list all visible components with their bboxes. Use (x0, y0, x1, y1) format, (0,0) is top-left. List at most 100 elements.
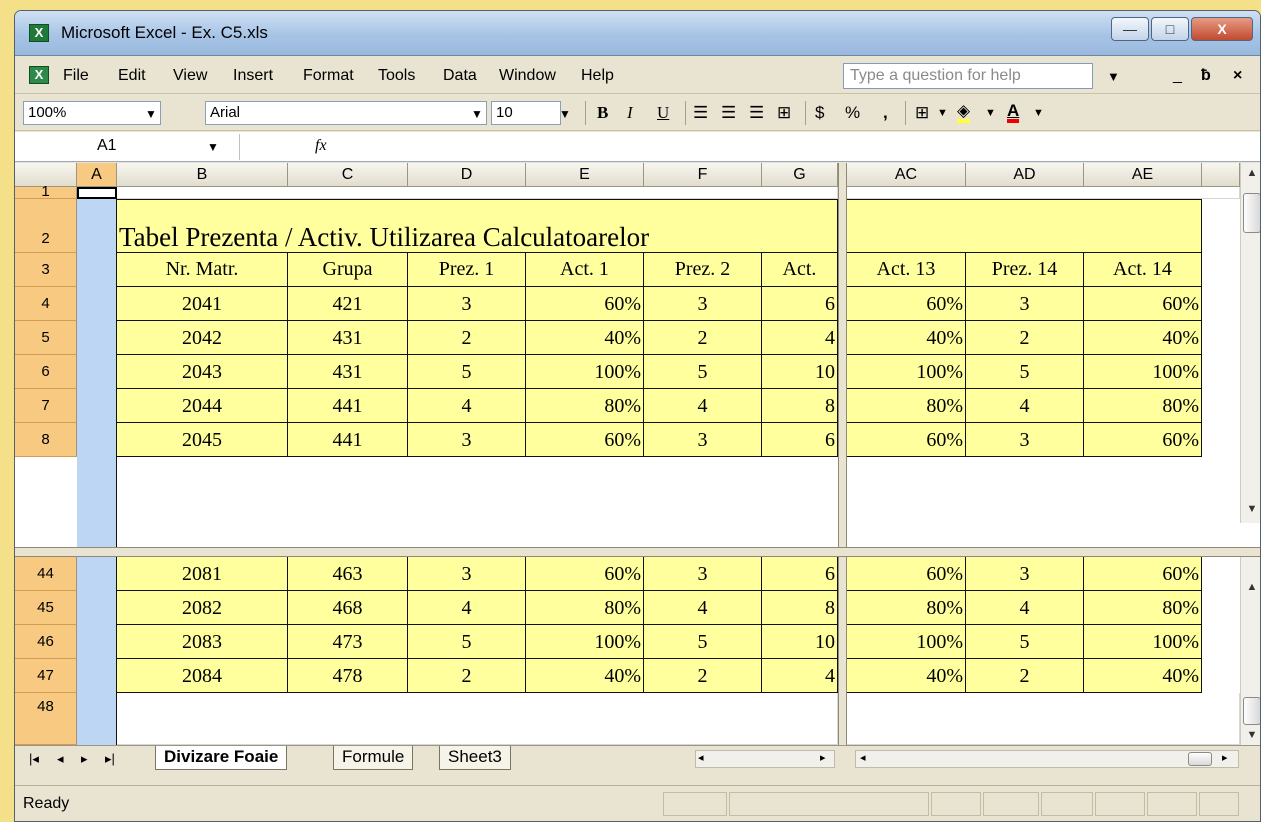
row-header-45[interactable]: 45 (15, 591, 77, 625)
tab-formule[interactable]: Formule (333, 746, 414, 770)
table-cell[interactable]: 2043 (117, 355, 288, 389)
table-cell[interactable]: 2081 (117, 557, 288, 591)
menu-file[interactable]: File (63, 67, 89, 85)
table-cell[interactable]: 60% (526, 287, 644, 321)
scroll-left-icon[interactable]: ◂ (698, 751, 704, 764)
prev-sheet-icon[interactable]: ◂ (57, 751, 64, 767)
table-cell[interactable]: 4 (762, 321, 838, 355)
column-header-d[interactable]: D (408, 163, 526, 187)
align-left-icon[interactable]: ☰ (693, 103, 708, 123)
table-cell[interactable]: 3 (644, 287, 762, 321)
table-cell[interactable]: 60% (847, 557, 966, 591)
column-title-cell[interactable]: Act. (762, 253, 838, 287)
table-cell[interactable]: 3 (408, 557, 526, 591)
table-cell[interactable]: 463 (288, 557, 408, 591)
menu-edit[interactable]: Edit (118, 67, 146, 85)
table-cell[interactable]: 5 (966, 625, 1084, 659)
table-cell[interactable]: 5 (408, 625, 526, 659)
table-cell[interactable]: 2 (966, 659, 1084, 693)
table-cell[interactable]: 6 (762, 557, 838, 591)
excel-app-icon[interactable]: X (29, 24, 49, 42)
table-cell[interactable]: 4 (408, 389, 526, 423)
column-header-b[interactable]: B (117, 163, 288, 187)
table-cell[interactable]: 2 (644, 321, 762, 355)
workbook-icon[interactable]: X (29, 66, 49, 84)
table-cell[interactable]: 8 (762, 389, 838, 423)
close-button[interactable]: X (1191, 17, 1253, 41)
table-cell[interactable]: 2 (408, 659, 526, 693)
table-cell[interactable]: 3 (644, 423, 762, 457)
scroll-left-icon[interactable]: ◂ (860, 751, 866, 764)
table-cell[interactable]: 60% (1084, 287, 1202, 321)
row-48-cells-right[interactable] (847, 693, 1240, 745)
table-cell[interactable]: 3 (966, 287, 1084, 321)
top-vertical-scrollbar[interactable]: ▲ ▼ (1240, 163, 1260, 523)
table-cell[interactable]: 6 (762, 287, 838, 321)
column-header-ac[interactable]: AC (847, 163, 966, 187)
row-1-cells-right[interactable] (847, 187, 1240, 199)
menu-window[interactable]: Window (499, 67, 556, 85)
table-cell[interactable]: 441 (288, 389, 408, 423)
table-cell[interactable]: 80% (526, 591, 644, 625)
table-cell[interactable]: 478 (288, 659, 408, 693)
scroll-right-icon[interactable]: ▸ (820, 751, 826, 764)
formula-input[interactable] (341, 134, 1241, 160)
table-cell[interactable]: 3 (644, 557, 762, 591)
scroll-thumb[interactable] (1243, 193, 1260, 233)
row-header-5[interactable]: 5 (15, 321, 77, 355)
table-cell[interactable]: 40% (847, 321, 966, 355)
fill-dropdown-icon[interactable]: ▼ (985, 107, 996, 119)
column-header-ad[interactable]: AD (966, 163, 1084, 187)
bottom-vertical-scrollbar[interactable]: ▲ ▼ (1240, 557, 1260, 745)
doc-restore-button[interactable]: ƀ (1201, 67, 1211, 85)
table-cell[interactable]: 60% (526, 557, 644, 591)
table-cell[interactable]: 2084 (117, 659, 288, 693)
table-cell[interactable]: 4 (966, 591, 1084, 625)
table-cell[interactable]: 4 (644, 591, 762, 625)
row-header-6[interactable]: 6 (15, 355, 77, 389)
font-combo[interactable]: Arial (205, 101, 487, 125)
table-cell[interactable]: 4 (966, 389, 1084, 423)
column-title-cell[interactable]: Act. 13 (847, 253, 966, 287)
row-header-2[interactable]: 2 (15, 199, 77, 253)
table-cell[interactable]: 60% (1084, 557, 1202, 591)
menu-format[interactable]: Format (303, 67, 354, 85)
table-cell[interactable]: 100% (847, 355, 966, 389)
table-cell[interactable]: 5 (408, 355, 526, 389)
menu-help[interactable]: Help (581, 67, 614, 85)
table-cell[interactable]: 40% (1084, 321, 1202, 355)
table-cell[interactable]: 468 (288, 591, 408, 625)
insert-function-icon[interactable]: fx (315, 137, 327, 155)
table-cell[interactable]: 80% (847, 389, 966, 423)
table-cell[interactable]: 441 (288, 423, 408, 457)
column-title-cell[interactable]: Grupa (288, 253, 408, 287)
column-title-cell[interactable]: Act. 14 (1084, 253, 1202, 287)
row-header-8[interactable]: 8 (15, 423, 77, 457)
horizontal-scrollbar-left[interactable]: ◂ ▸ (695, 750, 835, 768)
column-title-cell[interactable]: Nr. Matr. (117, 253, 288, 287)
maximize-button[interactable]: □ (1151, 17, 1189, 41)
zoom-combo[interactable]: 100% (23, 101, 161, 125)
table-cell[interactable]: 100% (847, 625, 966, 659)
row-header-4[interactable]: 4 (15, 287, 77, 321)
table-cell[interactable]: 3 (966, 557, 1084, 591)
bold-button[interactable]: B (597, 103, 608, 123)
column-title-cell[interactable]: Prez. 1 (408, 253, 526, 287)
table-cell[interactable]: 4 (408, 591, 526, 625)
row-header-44[interactable]: 44 (15, 557, 77, 591)
horizontal-scrollbar-right[interactable]: ◂ ▸ (855, 750, 1239, 768)
column-header-ae[interactable]: AE (1084, 163, 1202, 187)
fill-color-icon[interactable]: ◈ (957, 102, 971, 123)
table-cell[interactable]: 5 (644, 355, 762, 389)
row-header-7[interactable]: 7 (15, 389, 77, 423)
table-cell[interactable]: 100% (1084, 355, 1202, 389)
name-box-dropdown-icon[interactable]: ▼ (207, 140, 219, 154)
table-cell[interactable]: 40% (1084, 659, 1202, 693)
scroll-down-icon[interactable]: ▼ (1241, 729, 1260, 741)
column-header-af[interactable] (1202, 163, 1240, 187)
scroll-up-icon[interactable]: ▲ (1241, 167, 1260, 179)
menu-tools[interactable]: Tools (378, 67, 415, 85)
table-cell[interactable]: 2082 (117, 591, 288, 625)
row-48-cells[interactable] (117, 693, 838, 745)
table-cell[interactable]: 40% (526, 659, 644, 693)
